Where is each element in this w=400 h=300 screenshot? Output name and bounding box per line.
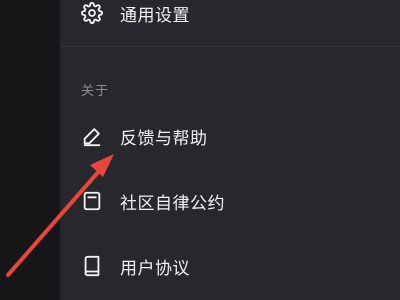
left-panel-edge — [0, 0, 60, 300]
section-divider — [60, 46, 400, 47]
section-header-about: 关于 — [81, 84, 110, 99]
menu-item-community-guidelines[interactable]: 社区自律公约 — [60, 178, 400, 224]
menu-item-label: 通用设置 — [120, 5, 190, 26]
menu-item-label: 反馈与帮助 — [120, 128, 208, 149]
menu-item-label: 用户协议 — [120, 258, 190, 279]
book-icon — [81, 255, 103, 277]
menu-item-general-settings[interactable]: 通用设置 — [60, 0, 400, 36]
settings-panel: 通用设置 关于 反馈与帮助 社区自律公约 用户协议 — [60, 0, 400, 300]
menu-item-feedback-help[interactable]: 反馈与帮助 — [60, 113, 400, 159]
menu-item-label: 社区自律公约 — [120, 193, 225, 214]
pencil-icon — [81, 125, 103, 147]
document-icon — [81, 190, 103, 212]
menu-item-user-agreement[interactable]: 用户协议 — [60, 243, 400, 289]
screen: 通用设置 关于 反馈与帮助 社区自律公约 用户协议 — [0, 0, 400, 300]
gear-icon — [81, 2, 103, 24]
